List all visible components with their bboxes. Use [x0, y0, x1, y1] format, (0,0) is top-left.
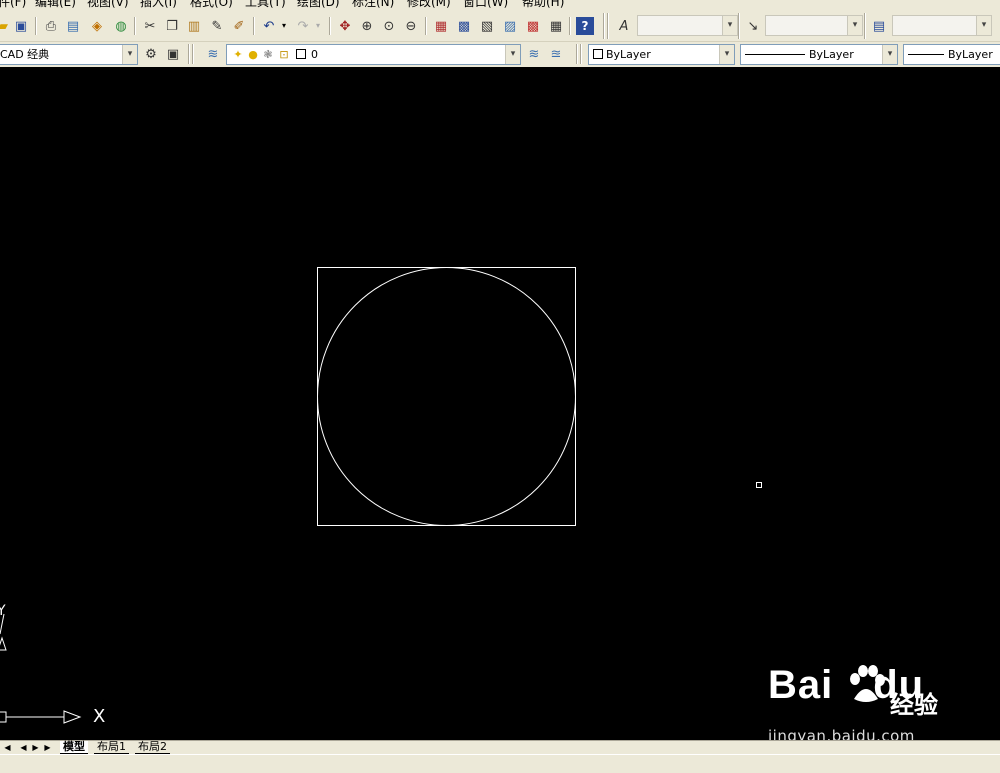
- table-style-combo[interactable]: ▾: [892, 15, 992, 36]
- linetype-value: ByLayer: [809, 48, 854, 61]
- cut-icon[interactable]: ✂: [141, 17, 159, 35]
- table-style-icon[interactable]: ▤: [870, 17, 888, 35]
- layer-color-swatch: [296, 49, 306, 59]
- lineweight-value: ByLayer: [948, 48, 993, 61]
- zoom-realtime-icon[interactable]: ⊕: [358, 17, 376, 35]
- dimension-style-icon[interactable]: ↘: [744, 17, 762, 35]
- ucs-icon: [0, 613, 82, 724]
- paste-icon[interactable]: ▥: [185, 17, 203, 35]
- workspace-combo[interactable]: CAD 经典 ▾: [0, 44, 138, 65]
- layer-previous-icon[interactable]: ≊: [547, 45, 565, 63]
- make-object-layer-current-icon[interactable]: ≋: [525, 45, 543, 63]
- design-center-icon[interactable]: ▩: [455, 17, 473, 35]
- dimension-style-combo[interactable]: ▾: [765, 15, 863, 36]
- square-entity[interactable]: [317, 267, 576, 526]
- layer-combo[interactable]: ✦ ● ❃ ⊡ 0 ▾: [226, 44, 521, 65]
- watermark-logo-text: Bai: [768, 663, 834, 707]
- copy-icon[interactable]: ❐: [163, 17, 181, 35]
- help-icon[interactable]: ?: [576, 17, 594, 35]
- undo-icon[interactable]: ↶: [260, 17, 278, 35]
- save-icon[interactable]: ▣: [12, 17, 30, 35]
- color-value: ByLayer: [606, 48, 651, 61]
- layer-manager-icon[interactable]: ≋: [204, 45, 222, 63]
- sheet-set-icon[interactable]: ▨: [501, 17, 519, 35]
- chevron-down-icon: ▾: [122, 45, 137, 64]
- layers-toolbar: CAD 经典 ▾ ⚙ ▣ ≋ ✦ ● ❃ ⊡ 0 ▾ ≋ ≊ ByLayer ▾…: [0, 42, 1000, 67]
- chevron-down-icon: ▾: [722, 16, 737, 35]
- zoom-window-icon[interactable]: ⊙: [380, 17, 398, 35]
- circle-entity[interactable]: [317, 267, 576, 526]
- baidu-watermark: Bai du 经验 jingyan.baidu.com: [768, 663, 958, 745]
- paw-icon: [850, 665, 885, 702]
- standard-toolbar: ▰ ▣ ⎙ ▤ ◈ ◍ ✂ ❐ ▥ ✎ ✐ ↶ ▾ ↷ ▾ ✥ ⊕ ⊙ ⊖ ▦ …: [0, 9, 1000, 42]
- crosshair-pickbox: [756, 482, 762, 488]
- lineweight-preview: [908, 54, 944, 55]
- match-properties-icon[interactable]: ✎: [208, 17, 226, 35]
- text-style-icon[interactable]: A: [615, 17, 633, 35]
- chevron-down-icon: ▾: [719, 45, 734, 64]
- globe-icon[interactable]: ◍: [112, 17, 130, 35]
- pan-icon[interactable]: ✥: [336, 17, 354, 35]
- zoom-previous-icon[interactable]: ⊖: [402, 17, 420, 35]
- color-swatch: [593, 49, 603, 59]
- linetype-preview: [745, 54, 805, 55]
- next-tab-button[interactable]: ▶: [30, 742, 41, 753]
- layer-value: 0: [311, 48, 318, 61]
- model-space: [0, 267, 762, 724]
- redo-icon[interactable]: ↷: [294, 17, 312, 35]
- undo-dropdown-icon[interactable]: ▾: [279, 17, 289, 35]
- brush-icon[interactable]: ✐: [230, 17, 248, 35]
- linetype-combo[interactable]: ByLayer ▾: [740, 44, 898, 65]
- drawing-canvas[interactable]: X Y: [0, 67, 1000, 740]
- prev-tab-button[interactable]: ◀: [18, 742, 29, 753]
- save-workspace-icon[interactable]: ▣: [164, 45, 182, 63]
- command-area: [0, 754, 1000, 773]
- markup-icon[interactable]: ▩: [524, 17, 542, 35]
- tab-layout1[interactable]: 布局1: [94, 741, 129, 754]
- watermark-cn-text: 经验: [890, 691, 938, 719]
- text-style-combo[interactable]: ▾: [637, 15, 738, 36]
- ucs-y-label: Y: [0, 603, 6, 619]
- plot-preview-icon[interactable]: ▤: [64, 17, 82, 35]
- layout-tab-bar: ◀ ◀ ▶ ▶ 模型 布局1 布局2: [0, 740, 1000, 754]
- calculator-icon[interactable]: ▦: [547, 17, 565, 35]
- tab-layout2[interactable]: 布局2: [135, 741, 170, 754]
- ucs-x-label: X: [93, 706, 106, 727]
- chevron-down-icon: ▾: [976, 16, 991, 35]
- menu-bar: 件(F) 编辑(E) 视图(V) 插入(I) 格式(O) 工具(T) 绘图(D)…: [0, 0, 1000, 9]
- properties-icon[interactable]: ▦: [432, 17, 450, 35]
- first-tab-button[interactable]: ◀: [2, 742, 13, 753]
- print-icon[interactable]: ⎙: [42, 17, 60, 35]
- lock-icon: ⊡: [279, 47, 289, 61]
- chevron-down-icon: ▾: [505, 45, 520, 64]
- chevron-down-icon: ▾: [882, 45, 897, 64]
- workspace-value: CAD 经典: [0, 48, 50, 61]
- workspace-settings-icon[interactable]: ⚙: [142, 45, 160, 63]
- publish-icon[interactable]: ◈: [88, 17, 106, 35]
- tool-palettes-icon[interactable]: ▧: [478, 17, 496, 35]
- color-combo[interactable]: ByLayer ▾: [588, 44, 735, 65]
- lineweight-combo[interactable]: ByLayer: [903, 44, 1000, 65]
- last-tab-button[interactable]: ▶: [42, 742, 53, 753]
- redo-dropdown-icon[interactable]: ▾: [313, 17, 323, 35]
- chevron-down-icon: ▾: [847, 16, 862, 35]
- tab-model[interactable]: 模型: [60, 741, 88, 754]
- folder-icon[interactable]: ▰: [0, 17, 12, 35]
